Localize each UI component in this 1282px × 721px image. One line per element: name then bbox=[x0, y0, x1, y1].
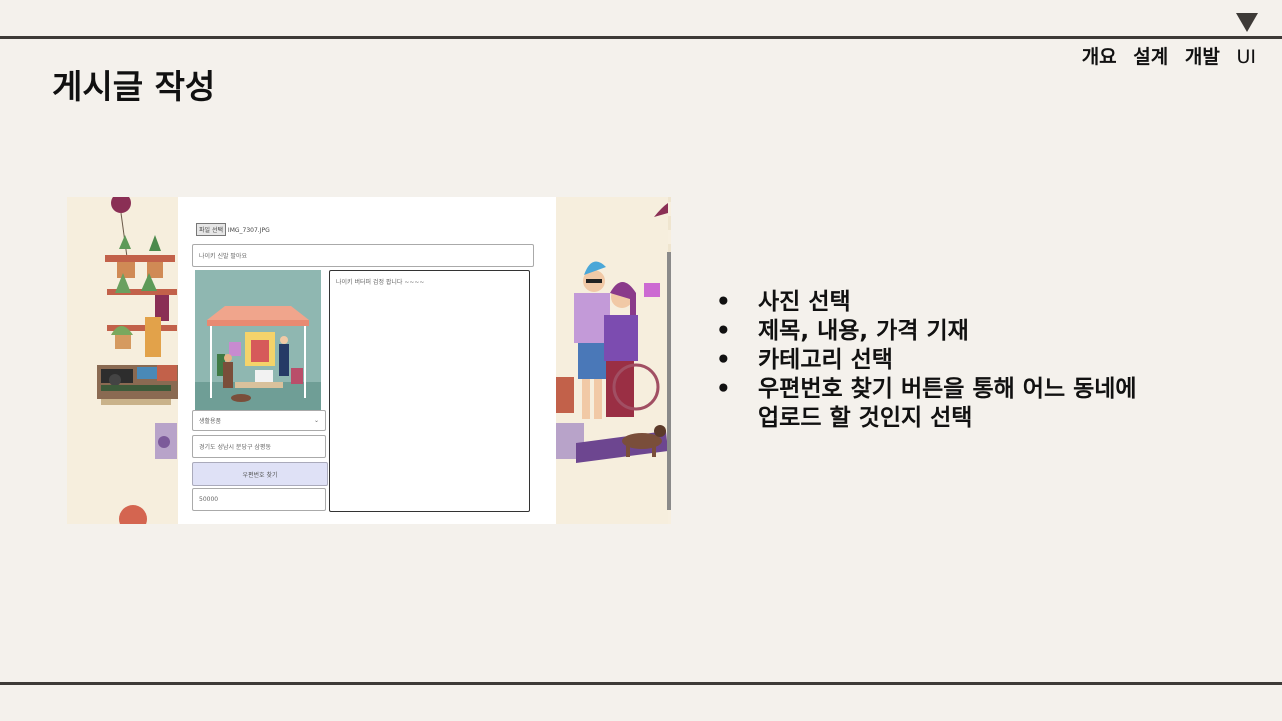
top-rule bbox=[0, 36, 1282, 39]
scrollbar[interactable] bbox=[667, 252, 671, 510]
bullet-text: 사진 선택 bbox=[758, 289, 851, 315]
file-name: IMG_7307.JPG bbox=[227, 227, 270, 234]
title-input[interactable]: 나이키 신발 팔아요 bbox=[192, 244, 534, 267]
file-select-button[interactable]: 파일 선택 bbox=[196, 223, 226, 236]
right-illustration bbox=[556, 197, 668, 524]
zip-search-button[interactable]: 우편번호 찾기 bbox=[192, 462, 328, 486]
triangle-down-icon bbox=[1236, 13, 1258, 32]
list-item: • 제목, 내용, 가격 기재 bbox=[716, 318, 969, 344]
list-item: • 우편번호 찾기 버튼을 통해 어느 동네에 업로드 할 것인지 선택 bbox=[716, 376, 1137, 431]
price-value: 50000 bbox=[199, 496, 219, 503]
price-input[interactable]: 50000 bbox=[192, 488, 326, 511]
section-nav: 개요 설계 개발 UI bbox=[1072, 42, 1256, 69]
app-screenshot: 파일 선택 IMG_7307.JPG 나이키 신발 팔아요 나이키 버터퍼 검정… bbox=[67, 197, 671, 524]
category-select[interactable]: 생활용품 ⌄ bbox=[192, 410, 326, 431]
post-form: 파일 선택 IMG_7307.JPG 나이키 신발 팔아요 나이키 버터퍼 검정… bbox=[178, 197, 556, 524]
feature-list: • 사진 선택 • 제목, 내용, 가격 기재 • 카테고리 선택 • 우편번호 찾기 … bbox=[714, 288, 1137, 433]
bullet-text: 우편번호 찾기 버튼을 통해 어느 동네에 bbox=[758, 376, 1137, 402]
bottom-rule bbox=[0, 682, 1282, 685]
nav-development: 개발 bbox=[1184, 46, 1220, 68]
content-textarea[interactable]: 나이키 버터퍼 검정 팝니다 ~~~~ bbox=[329, 270, 530, 512]
chevron-down-icon: ⌄ bbox=[313, 417, 319, 424]
nav-overview: 개요 bbox=[1081, 46, 1117, 68]
title-value: 나이키 신발 팔아요 bbox=[199, 253, 247, 260]
file-picker-row: 파일 선택 IMG_7307.JPG bbox=[196, 223, 270, 236]
list-item: • 사진 선택 bbox=[716, 289, 851, 315]
photo-preview bbox=[195, 270, 321, 410]
bullet-text: 카테고리 선택 bbox=[758, 347, 893, 373]
content-value: 나이키 버터퍼 검정 팝니다 ~~~~ bbox=[336, 279, 425, 286]
bullet-text-continued: 업로드 할 것인지 선택 bbox=[758, 405, 973, 431]
nav-design: 설계 bbox=[1133, 46, 1169, 68]
left-illustration bbox=[67, 197, 178, 524]
bullet-text: 제목, 내용, 가격 기재 bbox=[758, 318, 969, 344]
address-value: 경기도 성남시 분당구 삼평동 bbox=[199, 444, 271, 451]
nav-ui: UI bbox=[1236, 46, 1256, 68]
category-value: 생활용품 bbox=[199, 418, 222, 425]
address-input[interactable]: 경기도 성남시 분당구 삼평동 bbox=[192, 435, 326, 458]
slide-title: 게시글 작성 bbox=[52, 67, 216, 106]
list-item: • 카테고리 선택 bbox=[716, 347, 893, 373]
